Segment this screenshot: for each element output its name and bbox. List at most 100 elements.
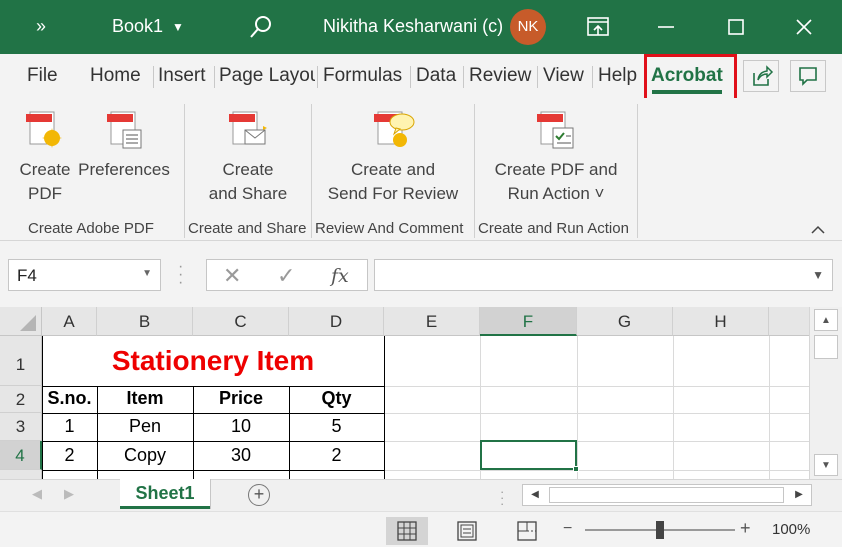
row-header-1[interactable]: 1 [0,336,42,386]
horizontal-scrollbar[interactable]: ◀ ▶ [522,484,812,506]
create-pdf-button[interactable]: Create PDF [14,106,76,206]
horizontal-scroll-thumb[interactable] [549,487,784,503]
tab-home[interactable]: Home [90,65,141,87]
page-break-preview-button[interactable] [506,517,548,545]
table-border [42,386,385,387]
row-header-3[interactable]: 3 [0,413,42,441]
active-cell-f4[interactable] [480,440,579,472]
table-border [42,441,385,442]
tab-formulas[interactable]: Formulas [323,65,402,87]
comments-button[interactable] [790,60,826,92]
next-sheet-icon[interactable]: ▶ [64,486,74,502]
collapse-ribbon-icon[interactable] [810,222,826,236]
row-header-2[interactable]: 2 [0,386,42,413]
table-border [384,336,385,479]
zoom-in-button[interactable]: + [740,518,751,539]
resize-handle-icon[interactable]: · · · [500,485,504,510]
document-name[interactable]: Book1 [112,16,163,37]
tab-view[interactable]: View [543,65,584,87]
column-header-b[interactable]: B [97,307,193,336]
search-icon[interactable] [248,14,274,40]
gridline [673,336,674,479]
zoom-level[interactable]: 100% [772,521,810,538]
column-header-overflow[interactable] [769,307,809,336]
zoom-slider-thumb[interactable] [656,521,664,539]
scroll-right-icon[interactable]: ▶ [787,485,811,505]
table-cell[interactable]: 5 [289,416,384,437]
share-button[interactable] [743,60,779,92]
table-cell[interactable]: 10 [193,416,289,437]
header-cell-sno[interactable]: S.no. [42,388,97,409]
tab-divider [410,66,411,88]
group-label-create-and-run-action: Create and Run Action [478,220,629,237]
column-header-f[interactable]: F [480,307,577,336]
ribbon-display-options-icon[interactable] [584,13,612,41]
create-and-share-button[interactable]: Create and Share [200,106,296,206]
formula-input[interactable]: ▼ [374,259,833,291]
normal-view-button[interactable] [386,517,428,545]
avatar[interactable]: NK [510,9,546,45]
tab-insert[interactable]: Insert [158,65,206,87]
table-cell[interactable]: 2 [42,445,97,466]
zoom-out-button[interactable]: − [563,520,572,538]
customize-quick-access-icon[interactable]: ›› [36,16,46,37]
chevron-down-icon[interactable]: ▼ [172,20,184,34]
close-icon[interactable] [790,13,818,41]
preferences-button[interactable]: Preferences [78,106,170,182]
row-header-4[interactable]: 4 [0,441,42,470]
table-cell[interactable]: 1 [42,416,97,437]
table-cell[interactable]: 2 [289,445,384,466]
add-sheet-icon[interactable]: + [248,484,270,506]
tab-file[interactable]: File [27,65,58,87]
group-label-review-and-comment: Review And Comment [315,220,464,237]
table-cell[interactable]: Copy [97,445,193,466]
cancel-icon[interactable]: ✕ [223,263,241,289]
insert-function-icon[interactable]: fx [331,265,349,287]
tab-review[interactable]: Review [469,65,531,87]
table-cell[interactable]: Pen [97,416,193,437]
group-label-create-and-share: Create and Share [188,220,307,237]
expand-formula-bar-icon[interactable]: ▼ [812,268,824,282]
sheet-tab-sheet1[interactable]: Sheet1 [120,479,210,509]
comment-icon [799,67,817,86]
chevron-down-icon[interactable]: ▼ [142,268,152,279]
scroll-down-icon[interactable]: ▼ [814,454,838,476]
fill-handle[interactable] [573,466,579,472]
header-cell-qty[interactable]: Qty [289,388,384,409]
scroll-left-icon[interactable]: ◀ [523,485,547,505]
scroll-thumb[interactable] [814,335,838,359]
gridline [384,470,809,471]
column-header-h[interactable]: H [673,307,769,336]
column-header-a[interactable]: A [42,307,97,336]
worksheet-grid[interactable]: A B C D E F G H 1 2 3 4 Stationery Item … [0,307,809,479]
create-pdf-and-run-action-button[interactable]: Create PDF and Run Action ˅ [486,106,626,206]
page-layout-view-button[interactable] [446,517,488,545]
column-header-e[interactable]: E [384,307,480,336]
column-header-d[interactable]: D [289,307,384,336]
previous-sheet-icon[interactable]: ◀ [32,486,42,502]
header-cell-price[interactable]: Price [193,388,289,409]
name-box[interactable]: F4 ▼ [8,259,161,291]
tab-divider [317,66,318,88]
select-all-button[interactable] [0,307,42,336]
scroll-up-icon[interactable]: ▲ [814,309,838,331]
user-name: Nikitha Kesharwani (c) [323,16,504,36]
row-header-5[interactable] [0,470,42,479]
gridline [769,336,770,479]
vertical-scrollbar[interactable]: ▲ ▼ [809,307,842,479]
create-and-send-for-review-button[interactable]: Create and Send For Review [322,106,464,206]
merged-title-cell[interactable]: Stationery Item [42,336,384,386]
tab-data[interactable]: Data [416,65,456,87]
maximize-icon[interactable] [722,13,750,41]
minimize-icon[interactable] [652,13,680,41]
create-pdf-label-2: PDF [28,184,62,203]
column-header-c[interactable]: C [193,307,289,336]
gridline [384,441,809,442]
tab-page-layout[interactable]: Page Layout [219,65,315,87]
column-header-g[interactable]: G [577,307,673,336]
enter-icon[interactable]: ✓ [277,263,295,289]
resize-handle-icon[interactable]: · · · [178,259,183,291]
header-cell-item[interactable]: Item [97,388,193,409]
table-cell[interactable]: 30 [193,445,289,466]
tab-help[interactable]: Help [598,65,637,87]
